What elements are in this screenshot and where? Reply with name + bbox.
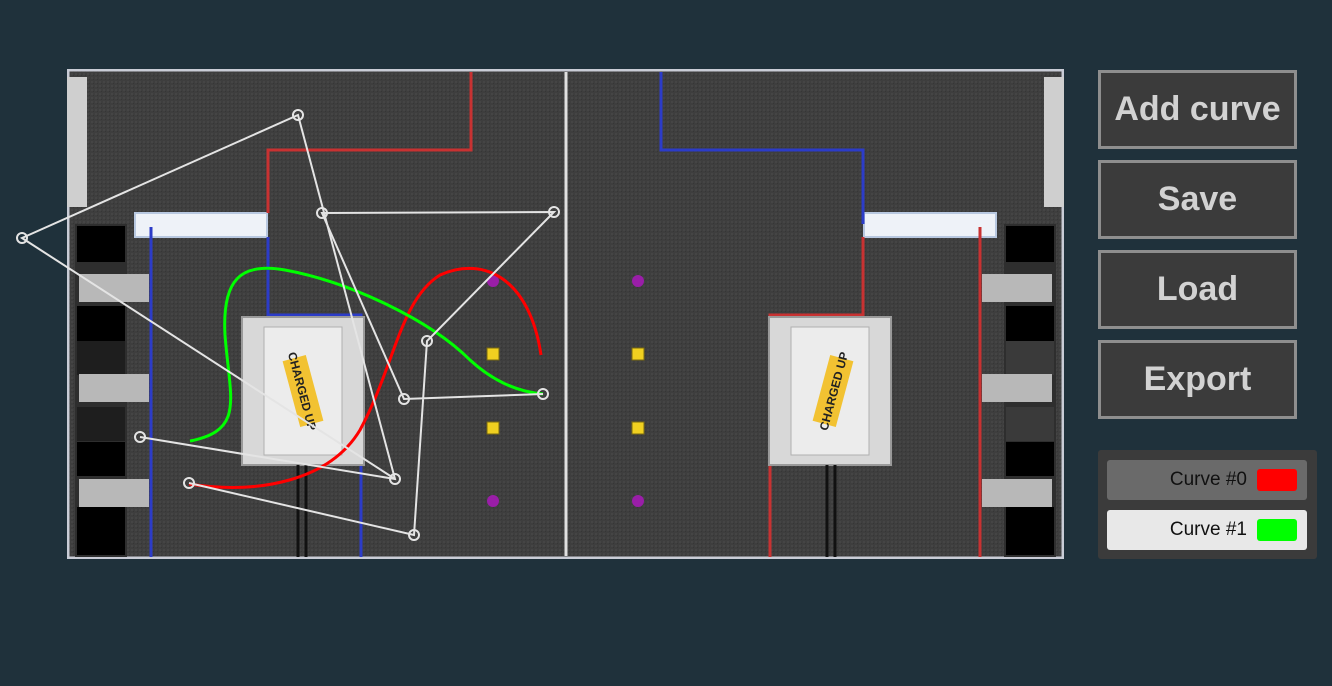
- right-substation: [1044, 77, 1064, 207]
- control-point-handle[interactable]: [16, 232, 28, 244]
- cube-piece: [487, 275, 499, 287]
- curve-list-panel: Curve #0 Curve #1: [1098, 450, 1317, 559]
- curve-item-label: Curve #0: [1169, 469, 1247, 490]
- save-button[interactable]: Save: [1098, 160, 1297, 239]
- cube-piece: [632, 275, 644, 287]
- add-curve-label: Add curve: [1114, 90, 1281, 128]
- curve-color-swatch: [1257, 519, 1297, 541]
- game-field[interactable]: CHARGED UP CHARGED UP: [67, 69, 1064, 559]
- cone-piece: [631, 347, 645, 361]
- add-curve-button[interactable]: Add curve: [1098, 70, 1297, 149]
- curve-item-label: Curve #1: [1169, 519, 1247, 540]
- export-button[interactable]: Export: [1098, 340, 1297, 419]
- cube-piece: [632, 495, 644, 507]
- save-label: Save: [1157, 180, 1238, 218]
- curve-color-swatch: [1257, 469, 1297, 491]
- curve-item-1[interactable]: Curve #1: [1107, 510, 1307, 550]
- load-label: Load: [1156, 270, 1239, 308]
- curve-item-0[interactable]: Curve #0: [1107, 460, 1307, 500]
- load-button[interactable]: Load: [1098, 250, 1297, 329]
- cone-piece: [486, 347, 500, 361]
- cone-piece: [631, 421, 645, 435]
- cone-piece: [486, 421, 500, 435]
- cube-piece: [487, 495, 499, 507]
- left-substation: [67, 77, 87, 207]
- export-label: Export: [1143, 360, 1252, 398]
